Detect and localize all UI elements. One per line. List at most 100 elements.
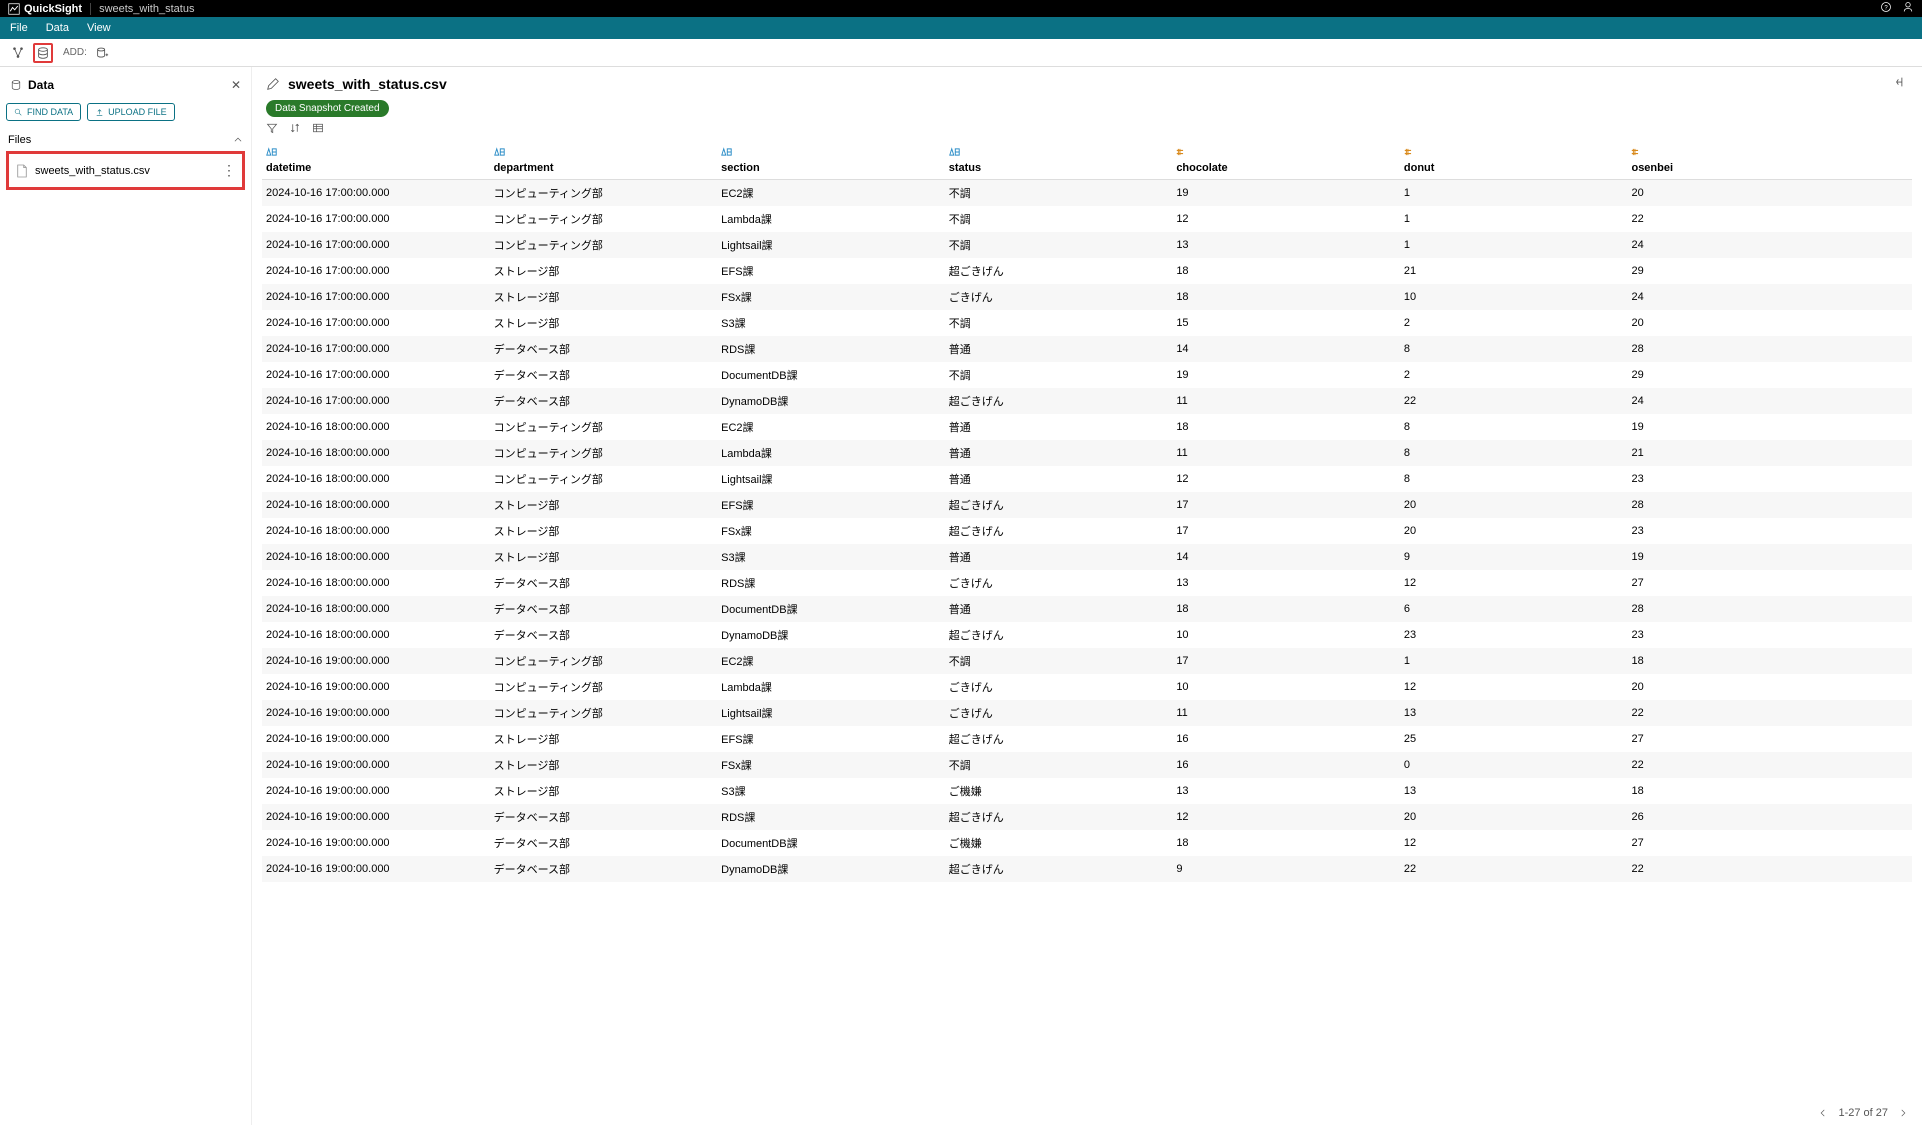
- cell: 8: [1400, 414, 1628, 440]
- cell: コンピューティング部: [490, 206, 718, 232]
- table-row[interactable]: 2024-10-16 19:00:00.000データベース部DocumentDB…: [262, 830, 1912, 856]
- file-more-icon[interactable]: ⋮: [222, 162, 235, 179]
- table-row[interactable]: 2024-10-16 19:00:00.000データベース部RDS課超ごきげん1…: [262, 804, 1912, 830]
- pager: 1-27 of 27: [1818, 1107, 1908, 1119]
- menu-data[interactable]: Data: [46, 22, 69, 34]
- cell: Lambda課: [717, 206, 945, 232]
- cell: データベース部: [490, 622, 718, 648]
- col-donut[interactable]: donut: [1400, 142, 1628, 180]
- cell: 15: [1172, 310, 1400, 336]
- help-icon[interactable]: ?: [1880, 1, 1892, 16]
- table-row[interactable]: 2024-10-16 17:00:00.000ストレージ部S3課不調15220: [262, 310, 1912, 336]
- number-type-icon: [1631, 147, 1908, 160]
- table-row[interactable]: 2024-10-16 18:00:00.000ストレージ部FSx課超ごきげん17…: [262, 518, 1912, 544]
- col-department[interactable]: department: [490, 142, 718, 180]
- table-row[interactable]: 2024-10-16 17:00:00.000データベース部RDS課普通1482…: [262, 336, 1912, 362]
- cell: EFS課: [717, 258, 945, 284]
- prev-page-icon[interactable]: [1818, 1108, 1828, 1118]
- cell: 2024-10-16 17:00:00.000: [262, 206, 490, 232]
- cell: データベース部: [490, 830, 718, 856]
- cell: 17: [1172, 518, 1400, 544]
- app-logo[interactable]: QuickSight: [8, 3, 82, 15]
- table-row[interactable]: 2024-10-16 17:00:00.000コンピューティング部EC2課不調1…: [262, 180, 1912, 207]
- table-row[interactable]: 2024-10-16 18:00:00.000ストレージ部EFS課超ごきげん17…: [262, 492, 1912, 518]
- cell: 23: [1400, 622, 1628, 648]
- table-row[interactable]: 2024-10-16 17:00:00.000データベース部DocumentDB…: [262, 362, 1912, 388]
- edit-icon[interactable]: [266, 77, 280, 91]
- cell: 2024-10-16 17:00:00.000: [262, 180, 490, 207]
- cell: 26: [1627, 804, 1912, 830]
- cell: ストレージ部: [490, 310, 718, 336]
- cell: DynamoDB課: [717, 622, 945, 648]
- svg-text:?: ?: [1884, 5, 1888, 11]
- col-section[interactable]: section: [717, 142, 945, 180]
- col-status[interactable]: status: [945, 142, 1173, 180]
- table-row[interactable]: 2024-10-16 19:00:00.000ストレージ部EFS課超ごきげん16…: [262, 726, 1912, 752]
- user-icon[interactable]: [1902, 1, 1914, 16]
- find-data-button[interactable]: FIND DATA: [6, 103, 81, 121]
- cell: 2024-10-16 19:00:00.000: [262, 674, 490, 700]
- table-row[interactable]: 2024-10-16 18:00:00.000コンピューティング部Lambda課…: [262, 440, 1912, 466]
- main-panel: sweets_with_status.csv Data Snapshot Cre…: [252, 67, 1922, 1125]
- menu-view[interactable]: View: [87, 22, 111, 34]
- collapse-icon[interactable]: [1894, 75, 1908, 92]
- files-section[interactable]: Files: [6, 129, 245, 151]
- col-chocolate[interactable]: chocolate: [1172, 142, 1400, 180]
- cell: 13: [1400, 778, 1628, 804]
- table-row[interactable]: 2024-10-16 18:00:00.000データベース部RDS課ごきげん13…: [262, 570, 1912, 596]
- cell: 10: [1172, 622, 1400, 648]
- table-row[interactable]: 2024-10-16 17:00:00.000ストレージ部EFS課超ごきげん18…: [262, 258, 1912, 284]
- cell: 17: [1172, 492, 1400, 518]
- table-header-row: datetimedepartmentsection status chocolate…: [262, 142, 1912, 180]
- table-row[interactable]: 2024-10-16 17:00:00.000データベース部DynamoDB課超…: [262, 388, 1912, 414]
- table-row[interactable]: 2024-10-16 17:00:00.000コンピューティング部Lambda課…: [262, 206, 1912, 232]
- cell: Lightsail課: [717, 232, 945, 258]
- cell: DocumentDB課: [717, 830, 945, 856]
- cell: ストレージ部: [490, 544, 718, 570]
- cell: 9: [1172, 856, 1400, 882]
- cell: ご機嫌: [945, 778, 1173, 804]
- cell: コンピューティング部: [490, 414, 718, 440]
- cell: 超ごきげん: [945, 492, 1173, 518]
- table-row[interactable]: 2024-10-16 19:00:00.000コンピューティング部Lightsa…: [262, 700, 1912, 726]
- visualize-icon[interactable]: [8, 43, 28, 63]
- close-icon[interactable]: ✕: [231, 78, 241, 92]
- cell: 不調: [945, 648, 1173, 674]
- table-view-icon[interactable]: [312, 122, 324, 134]
- cell: EC2課: [717, 180, 945, 207]
- cell: 超ごきげん: [945, 856, 1173, 882]
- number-type-icon: [1404, 147, 1624, 160]
- filter-icon[interactable]: [266, 122, 278, 134]
- col-osenbei[interactable]: osenbei: [1627, 142, 1912, 180]
- cell: DynamoDB課: [717, 388, 945, 414]
- data-grid[interactable]: datetimedepartmentsection status chocolate…: [252, 142, 1922, 1125]
- add-dataset-icon[interactable]: [92, 43, 112, 63]
- cell: 14: [1172, 544, 1400, 570]
- data-icon[interactable]: [33, 43, 53, 63]
- next-page-icon[interactable]: [1898, 1108, 1908, 1118]
- table-row[interactable]: 2024-10-16 18:00:00.000コンピューティング部Lightsa…: [262, 466, 1912, 492]
- file-name: sweets_with_status.csv: [35, 165, 150, 177]
- table-row[interactable]: 2024-10-16 18:00:00.000ストレージ部S3課普通14919: [262, 544, 1912, 570]
- table-row[interactable]: 2024-10-16 19:00:00.000ストレージ部FSx課不調16022: [262, 752, 1912, 778]
- table-row[interactable]: 2024-10-16 19:00:00.000ストレージ部S3課ご機嫌13131…: [262, 778, 1912, 804]
- cell: 22: [1627, 700, 1912, 726]
- cell: データベース部: [490, 856, 718, 882]
- table-row[interactable]: 2024-10-16 17:00:00.000ストレージ部FSx課ごきげん181…: [262, 284, 1912, 310]
- cell: 2024-10-16 17:00:00.000: [262, 310, 490, 336]
- col-datetime[interactable]: datetime: [262, 142, 490, 180]
- table-row[interactable]: 2024-10-16 18:00:00.000データベース部DynamoDB課超…: [262, 622, 1912, 648]
- cell: 1: [1400, 648, 1628, 674]
- table-row[interactable]: 2024-10-16 18:00:00.000データベース部DocumentDB…: [262, 596, 1912, 622]
- table-row[interactable]: 2024-10-16 18:00:00.000コンピューティング部EC2課普通1…: [262, 414, 1912, 440]
- menu-file[interactable]: File: [10, 22, 28, 34]
- upload-file-button[interactable]: UPLOAD FILE: [87, 103, 175, 121]
- col-label: status: [949, 162, 981, 174]
- file-item[interactable]: sweets_with_status.csv ⋮: [6, 151, 245, 190]
- table-row[interactable]: 2024-10-16 17:00:00.000コンピューティング部Lightsa…: [262, 232, 1912, 258]
- table-row[interactable]: 2024-10-16 19:00:00.000コンピューティング部EC2課不調1…: [262, 648, 1912, 674]
- table-row[interactable]: 2024-10-16 19:00:00.000データベース部DynamoDB課超…: [262, 856, 1912, 882]
- app-name: QuickSight: [24, 3, 82, 15]
- table-row[interactable]: 2024-10-16 19:00:00.000コンピューティング部Lambda課…: [262, 674, 1912, 700]
- sort-icon[interactable]: [289, 122, 301, 134]
